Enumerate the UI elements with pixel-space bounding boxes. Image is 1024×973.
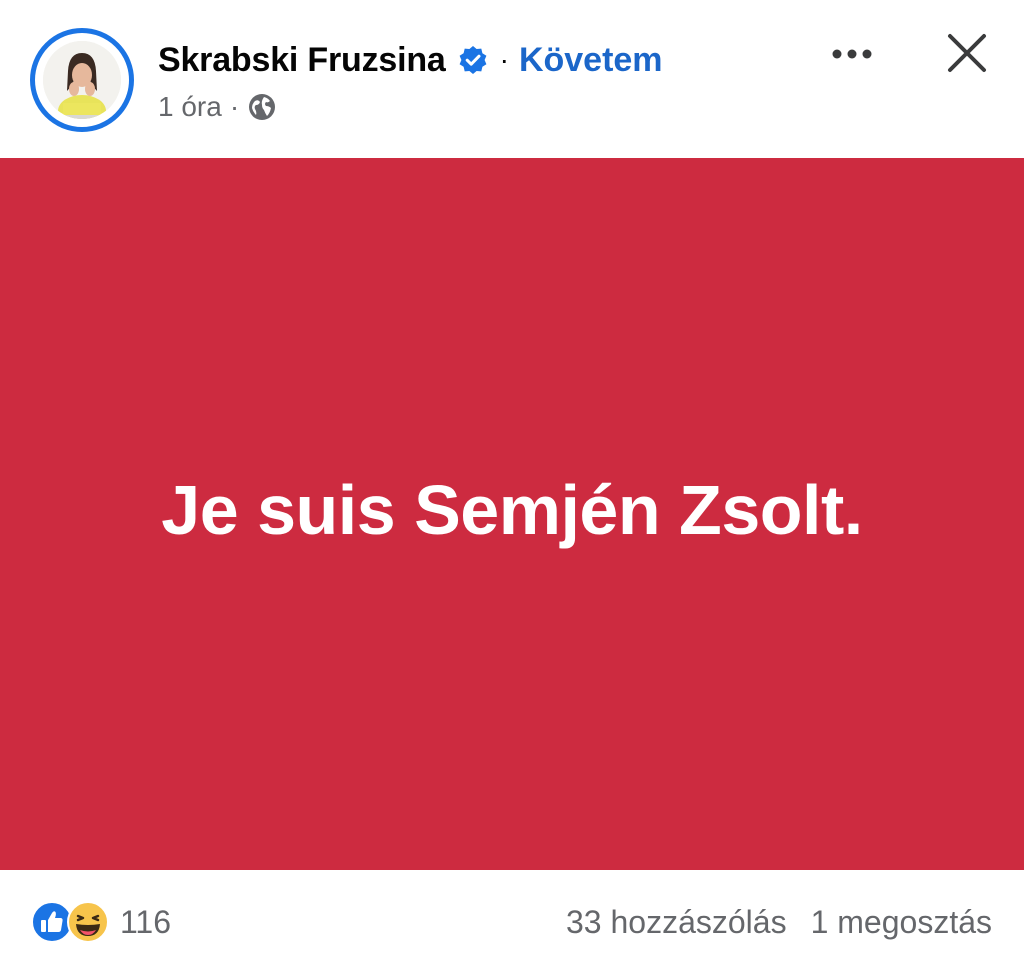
engagement-stats: 33 hozzászólás 1 megosztás bbox=[566, 900, 992, 944]
post-image[interactable]: Je suis Semjén Zsolt. bbox=[0, 158, 1024, 870]
reactions-summary[interactable]: 116 bbox=[30, 898, 171, 946]
close-button[interactable] bbox=[938, 24, 996, 82]
avatar[interactable] bbox=[30, 28, 134, 132]
globe-icon[interactable] bbox=[247, 92, 277, 122]
post-footer: 116 33 hozzászólás 1 megosztás bbox=[0, 870, 1024, 973]
author-row: Skrabski Fruzsina · Követem bbox=[158, 38, 663, 82]
follow-button[interactable]: Követem bbox=[519, 41, 663, 80]
close-icon bbox=[948, 34, 986, 72]
more-options-button[interactable] bbox=[826, 34, 878, 74]
reaction-count: 116 bbox=[120, 903, 172, 940]
timestamp[interactable]: 1 óra bbox=[158, 91, 222, 123]
meta-separator: · bbox=[229, 91, 240, 122]
post-meta: 1 óra · bbox=[158, 88, 277, 126]
author-name[interactable]: Skrabski Fruzsina bbox=[158, 41, 446, 80]
post-text: Je suis Semjén Zsolt. bbox=[161, 471, 863, 549]
post-header: Skrabski Fruzsina · Követem 1 óra · bbox=[0, 0, 1024, 158]
avatar-photo bbox=[43, 41, 121, 119]
separator-dot: · bbox=[499, 44, 509, 75]
shares-count[interactable]: 1 megosztás bbox=[811, 904, 992, 941]
comments-count[interactable]: 33 hozzászólás bbox=[566, 904, 787, 941]
verified-badge-icon bbox=[458, 45, 488, 75]
more-options-icon bbox=[832, 49, 872, 59]
haha-icon bbox=[66, 900, 110, 944]
